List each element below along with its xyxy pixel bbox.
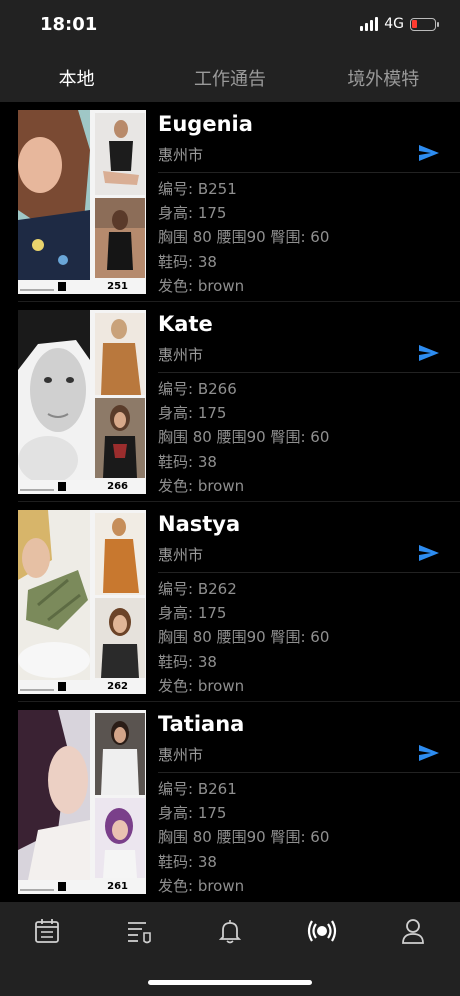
pose-image [95, 313, 145, 395]
model-hair-color: 发色: brown [158, 877, 245, 895]
model-city: 惠州市 [158, 346, 204, 364]
model-height: 身高: 175 [158, 604, 227, 622]
model-shoe-size: 鞋码: 38 [158, 653, 217, 671]
model-hair-color: 发色: brown [158, 277, 245, 295]
pose-image [95, 598, 145, 678]
model-code: 编号: B262 [158, 580, 237, 598]
portrait-image [18, 710, 90, 880]
send-icon[interactable] [418, 744, 440, 762]
brand-logo [58, 482, 66, 491]
battery-icon [410, 17, 439, 31]
model-code: 编号: B266 [158, 380, 237, 398]
photo-code: 266 [107, 481, 128, 492]
model-measurements: 胸围 80 腰围90 臀围: 60 [158, 228, 330, 246]
model-height: 身高: 175 [158, 404, 227, 422]
model-city: 惠州市 [158, 146, 204, 164]
model-shoe-size: 鞋码: 38 [158, 853, 217, 871]
home-indicator[interactable] [148, 980, 312, 985]
top-tabs: 本地 工作通告 境外模特 [0, 54, 460, 102]
model-photo[interactable]: 262 [18, 510, 146, 694]
model-height: 身高: 175 [158, 204, 227, 222]
status-bar: 18:01 4G [0, 0, 460, 54]
model-photo[interactable]: 261 [18, 710, 146, 894]
pose-image [95, 713, 145, 795]
card-divider [158, 772, 460, 773]
model-measurements: 胸围 80 腰围90 臀围: 60 [158, 828, 330, 846]
photo-code: 262 [107, 681, 128, 692]
model-measurements: 胸围 80 腰围90 臀围: 60 [158, 628, 330, 646]
brand-logo [58, 282, 66, 291]
network-label: 4G [384, 16, 404, 32]
photo-fine-print [20, 289, 54, 291]
send-icon[interactable] [418, 144, 440, 162]
tab-overseas-models[interactable]: 境外模特 [307, 54, 460, 102]
photo-fine-print [20, 689, 54, 691]
model-list: 251 Eugenia 惠州市 编号: B251 身高: 175 胸围 80 腰… [0, 102, 460, 902]
card-divider [158, 372, 460, 373]
photo-fine-print [20, 489, 54, 491]
model-hair-color: 发色: brown [158, 677, 245, 695]
send-icon[interactable] [418, 344, 440, 362]
model-card[interactable]: 261 Tatiana 惠州市 编号: B261 身高: 175 胸围 80 腰… [0, 702, 460, 902]
portrait-image [18, 510, 90, 680]
photo-code: 261 [107, 881, 128, 892]
pose-image [95, 198, 145, 278]
model-name: Kate [158, 312, 213, 336]
model-shoe-size: 鞋码: 38 [158, 253, 217, 271]
bell-icon[interactable] [215, 916, 245, 946]
tab-local[interactable]: 本地 [0, 54, 153, 102]
pose-image [95, 798, 145, 878]
card-divider [158, 172, 460, 173]
model-city: 惠州市 [158, 746, 204, 764]
model-photo[interactable]: 266 [18, 310, 146, 494]
model-name: Tatiana [158, 712, 245, 736]
tab-job-notices[interactable]: 工作通告 [153, 54, 306, 102]
signal-icon [360, 17, 379, 31]
broadcast-icon[interactable] [307, 916, 337, 946]
status-indicators: 4G [360, 16, 439, 32]
send-icon[interactable] [418, 544, 440, 562]
status-time: 18:01 [40, 14, 98, 35]
model-height: 身高: 175 [158, 804, 227, 822]
model-hair-color: 发色: brown [158, 477, 245, 495]
model-photo[interactable]: 251 [18, 110, 146, 294]
model-card[interactable]: 262 Nastya 惠州市 编号: B262 身高: 175 胸围 80 腰围… [0, 502, 460, 702]
model-card[interactable]: 251 Eugenia 惠州市 编号: B251 身高: 175 胸围 80 腰… [0, 102, 460, 302]
notice-list-icon[interactable] [124, 916, 154, 946]
pose-image [95, 398, 145, 478]
model-name: Nastya [158, 512, 241, 536]
model-code: 编号: B261 [158, 780, 237, 798]
portrait-image [18, 310, 90, 480]
model-name: Eugenia [158, 112, 253, 136]
photo-code: 251 [107, 281, 128, 292]
model-city: 惠州市 [158, 546, 204, 564]
user-icon[interactable] [398, 916, 428, 946]
pose-image [95, 513, 145, 595]
pose-image [95, 113, 145, 195]
card-divider [158, 572, 460, 573]
brand-logo [58, 882, 66, 891]
photo-fine-print [20, 889, 54, 891]
model-card[interactable]: 266 Kate 惠州市 编号: B266 身高: 175 胸围 80 腰围90… [0, 302, 460, 502]
model-shoe-size: 鞋码: 38 [158, 453, 217, 471]
portrait-image [18, 110, 90, 280]
calendar-list-icon[interactable] [32, 916, 62, 946]
model-measurements: 胸围 80 腰围90 臀围: 60 [158, 428, 330, 446]
brand-logo [58, 682, 66, 691]
model-code: 编号: B251 [158, 180, 237, 198]
